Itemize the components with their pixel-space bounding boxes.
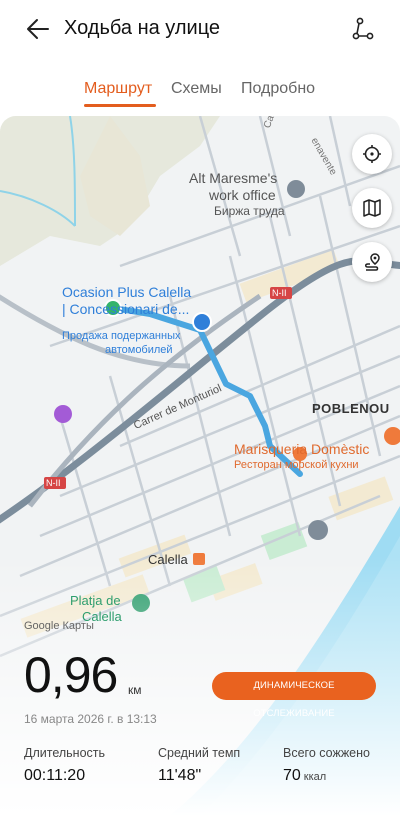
- tab-bar: Маршрут Схемы Подробно: [0, 76, 400, 110]
- tab-charts[interactable]: Схемы: [171, 80, 222, 98]
- map-label: | Concessionari de...: [62, 301, 190, 317]
- workout-date: 16 марта 2026 г. в 13:13: [24, 712, 157, 726]
- back-button[interactable]: [24, 14, 54, 44]
- header-bar: Ходьба на улице: [0, 0, 400, 62]
- stat-calories-value: 70 ккал: [283, 767, 327, 784]
- dynamic-tracking-button[interactable]: ДИНАМИЧЕСКОЕ ОТСЛЕЖИВАНИЕ: [212, 672, 376, 719]
- distance-value: 0,96: [24, 647, 118, 703]
- stat-pace-label: Средний темп: [158, 746, 241, 760]
- tab-route[interactable]: Маршрут: [84, 80, 152, 98]
- map-layers-icon: [363, 199, 381, 217]
- map-label: Calella: [148, 552, 188, 567]
- map-label: Биржа труда: [214, 204, 285, 218]
- stat-duration-value: 00:11:20: [24, 767, 86, 784]
- map-label: Marisqueria Domèstic: [234, 441, 370, 457]
- share-route-icon: [352, 17, 374, 40]
- map-credit: Google Карты: [24, 620, 94, 632]
- map-label: Продажа подержанных: [62, 330, 181, 342]
- map-layers-button[interactable]: [352, 188, 392, 228]
- distance-unit: км: [128, 683, 142, 697]
- page-title: Ходьба на улице: [64, 17, 221, 39]
- stat-calories-unit: ккал: [303, 771, 327, 783]
- recenter-button[interactable]: [352, 134, 392, 174]
- map-label: Ресторан морской кухни: [234, 459, 359, 471]
- map-label: Platja de: [70, 593, 121, 608]
- stat-pace-value: 11'48": [158, 767, 202, 784]
- stat-calories-label: Всего сожжено: [283, 746, 370, 760]
- map-label: work office: [209, 187, 276, 203]
- active-tab-indicator: [84, 104, 156, 107]
- map-label: POBLENOU: [312, 401, 390, 416]
- arrow-left-icon: [27, 19, 49, 39]
- route-map[interactable]: Alt Maresme's work office Биржа труда Oc…: [0, 116, 400, 816]
- map-label: автомобилей: [105, 344, 173, 356]
- map-label: Alt Maresme's: [189, 170, 278, 186]
- road-badge: N-II: [272, 288, 287, 298]
- route-pin-icon: [365, 253, 380, 271]
- road-badge: N-II: [46, 478, 61, 488]
- route-pin-button[interactable]: [352, 242, 392, 282]
- stat-duration-label: Длительность: [24, 746, 106, 760]
- recenter-icon: [363, 145, 381, 163]
- share-route-button[interactable]: [350, 16, 376, 42]
- tab-details[interactable]: Подробно: [241, 80, 315, 98]
- map-label: Ocasion Plus Calella: [62, 284, 192, 300]
